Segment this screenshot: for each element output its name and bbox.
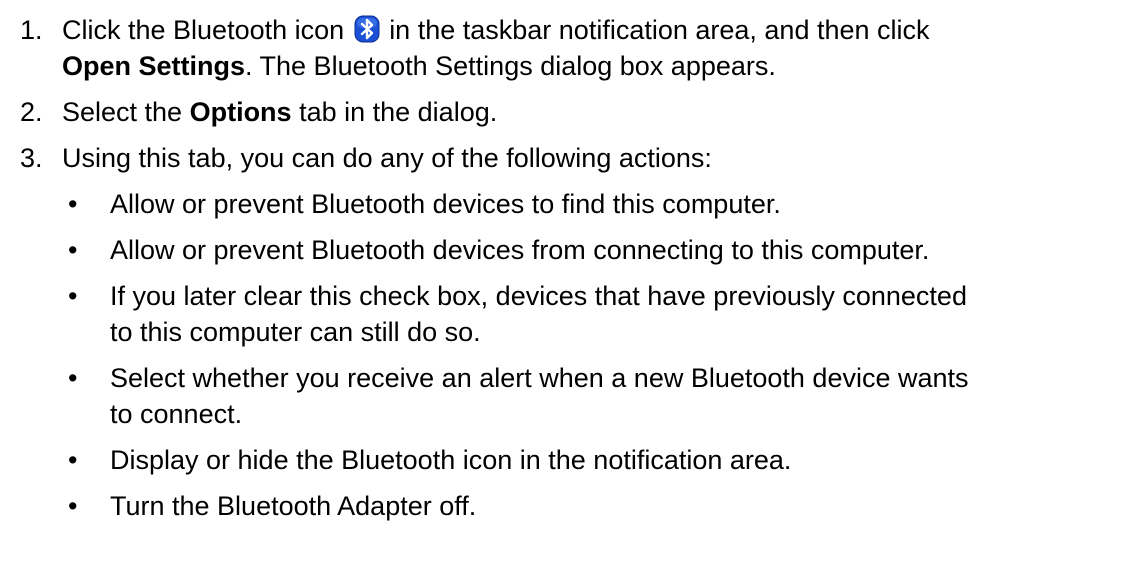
bullet-symbol: •	[68, 189, 78, 219]
step-1-number: 1.	[20, 15, 43, 45]
list-item: • Turn the Bluetooth Adapter off.	[0, 488, 1128, 524]
list-item-text: Turn the Bluetooth Adapter off.	[110, 491, 477, 521]
step-1-text: Click the Bluetooth icon in the taskbar …	[62, 12, 930, 48]
step-3-text: Using this tab, you can do any of the fo…	[62, 143, 712, 173]
list-item-text: Allow or prevent Bluetooth devices from …	[110, 235, 930, 265]
list-item-text: Allow or prevent Bluetooth devices to fi…	[110, 189, 781, 219]
list-item: • Allow or prevent Bluetooth devices fro…	[0, 232, 1128, 268]
bullet-symbol: •	[68, 363, 78, 393]
bluetooth-icon	[354, 15, 380, 43]
list-item-text: to connect.	[110, 399, 243, 429]
list-item-text: If you later clear this check box, devic…	[110, 281, 967, 311]
step-1-text-b: in the taskbar notification area, and th…	[389, 15, 930, 45]
bullet-symbol: •	[68, 281, 78, 311]
step-2: 2. Select the Options tab in the dialog.	[0, 94, 1128, 130]
step-3-number: 3.	[20, 143, 43, 173]
step-2-text-post: tab in the dialog.	[291, 97, 498, 127]
list-item-text: to this computer can still do so.	[110, 317, 481, 347]
step-1-text-c: . The Bluetooth Settings dialog box appe…	[245, 51, 776, 81]
bullet-symbol: •	[68, 235, 78, 265]
instruction-document: 1. Click the Bluetooth icon in the taskb…	[0, 0, 1128, 570]
step-1-line-2: Open Settings. The Bluetooth Settings di…	[0, 48, 1128, 84]
bullet-symbol: •	[68, 445, 78, 475]
list-item: • Allow or prevent Bluetooth devices to …	[0, 186, 1128, 222]
step-1-text-a: Click the Bluetooth icon	[62, 15, 345, 45]
step-3: 3. Using this tab, you can do any of the…	[0, 140, 1128, 176]
list-item: • Display or hide the Bluetooth icon in …	[0, 442, 1128, 478]
list-item-continuation: to connect.	[0, 396, 1128, 432]
list-item-text: Select whether you receive an alert when…	[110, 363, 969, 393]
list-item-continuation: to this computer can still do so.	[0, 314, 1128, 350]
options-tab-label: Options	[189, 97, 292, 127]
step-2-text-pre: Select the	[62, 97, 190, 127]
list-item: • If you later clear this check box, dev…	[0, 278, 1128, 314]
step-2-number: 2.	[20, 97, 43, 127]
list-item: • Select whether you receive an alert wh…	[0, 360, 1128, 396]
list-item-text: Display or hide the Bluetooth icon in th…	[110, 445, 792, 475]
step-1-line-1: 1. Click the Bluetooth icon in the taskb…	[0, 12, 1128, 48]
open-settings-label: Open Settings	[62, 51, 246, 81]
bullet-symbol: •	[68, 491, 78, 521]
